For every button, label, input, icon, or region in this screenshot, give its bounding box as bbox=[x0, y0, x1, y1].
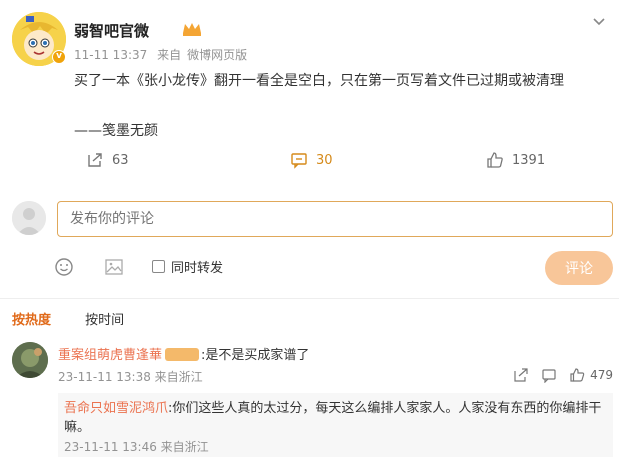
thumbs-up-icon[interactable] bbox=[569, 367, 585, 383]
post-meta: 11-11 13:37 来自 微博网页版 bbox=[74, 46, 253, 63]
reply-time: 23-11-11 13:46 来自浙江 bbox=[64, 440, 209, 454]
source-prefix: 来自 bbox=[157, 48, 182, 62]
comment-item: 重案组萌虎曹逢華 :是不是买成家谱了 23-11-11 13:38 来自浙江 47… bbox=[12, 338, 613, 388]
reply-line: 吾命只如雪泥鸿爪:你们这些人真的太过分，每天这么编排人家家人。人家没有东西的你编… bbox=[64, 399, 604, 437]
comment-input[interactable] bbox=[57, 201, 613, 237]
post-content: 买了一本《张小龙传》翻开一看全是空白，只在第一页写着文件已过期或被清理 bbox=[74, 73, 564, 89]
post-source: 微博网页版 bbox=[187, 48, 248, 62]
user-avatar[interactable] bbox=[12, 201, 46, 235]
image-icon[interactable] bbox=[104, 257, 124, 277]
comment-time: 23-11-11 13:38 来自浙江 bbox=[58, 370, 203, 384]
sort-by-hot-tab[interactable]: 按热度 bbox=[12, 313, 51, 328]
compose-toolbar: 同时转发 评论 bbox=[54, 251, 614, 285]
author-name[interactable]: 弱智吧官微 bbox=[74, 20, 149, 41]
share-icon[interactable] bbox=[513, 367, 529, 383]
verified-badge-icon: v bbox=[52, 50, 66, 64]
post-time[interactable]: 11-11 13:37 bbox=[74, 48, 147, 62]
post-action-bar: 63 30 1391 bbox=[0, 148, 619, 172]
comment-compose bbox=[12, 198, 613, 240]
comment-text: :是不是买成家谱了 bbox=[201, 348, 310, 363]
repost-count: 63 bbox=[112, 152, 129, 168]
like-count: 1391 bbox=[512, 152, 546, 168]
fan-badge-icon bbox=[165, 348, 200, 361]
repost-button[interactable]: 63 bbox=[86, 150, 129, 170]
chevron-down-icon[interactable] bbox=[591, 14, 607, 30]
comment-like-count: 479 bbox=[590, 368, 613, 382]
comment-sort: 按热度 按时间 bbox=[12, 309, 154, 328]
comment-button[interactable]: 30 bbox=[290, 150, 333, 170]
commenter-name[interactable]: 重案组萌虎曹逢華 bbox=[58, 348, 162, 363]
divider bbox=[0, 298, 619, 299]
thumbs-up-icon bbox=[487, 152, 503, 168]
post-signature: ——笺墨无颜 bbox=[74, 123, 158, 139]
commenter-avatar[interactable] bbox=[12, 342, 48, 378]
replier-name[interactable]: 吾命只如雪泥鸿爪 bbox=[64, 401, 168, 416]
comment-actions: 479 bbox=[501, 366, 613, 384]
repost-checkbox-label: 同时转发 bbox=[171, 261, 224, 276]
comment-icon bbox=[291, 153, 307, 169]
like-button[interactable]: 1391 bbox=[486, 150, 545, 170]
repost-checkbox[interactable]: 同时转发 bbox=[152, 257, 223, 276]
comment-count: 30 bbox=[316, 152, 333, 168]
comment-line: 重案组萌虎曹逢華 :是不是买成家谱了 bbox=[58, 344, 309, 363]
submit-comment-button[interactable]: 评论 bbox=[545, 251, 613, 285]
comment-icon[interactable] bbox=[541, 367, 557, 383]
sort-by-time-tab[interactable]: 按时间 bbox=[85, 313, 124, 328]
reply-item: 吾命只如雪泥鸿爪:你们这些人真的太过分，每天这么编排人家家人。人家没有东西的你编… bbox=[58, 393, 613, 457]
vip-crown-icon[interactable] bbox=[181, 21, 203, 37]
emoji-icon[interactable] bbox=[54, 257, 74, 277]
checkbox-box[interactable] bbox=[152, 260, 165, 273]
post-header: v 弱智吧官微 11-11 13:37 来自 微博网页版 bbox=[12, 8, 607, 66]
repost-icon bbox=[88, 153, 102, 167]
